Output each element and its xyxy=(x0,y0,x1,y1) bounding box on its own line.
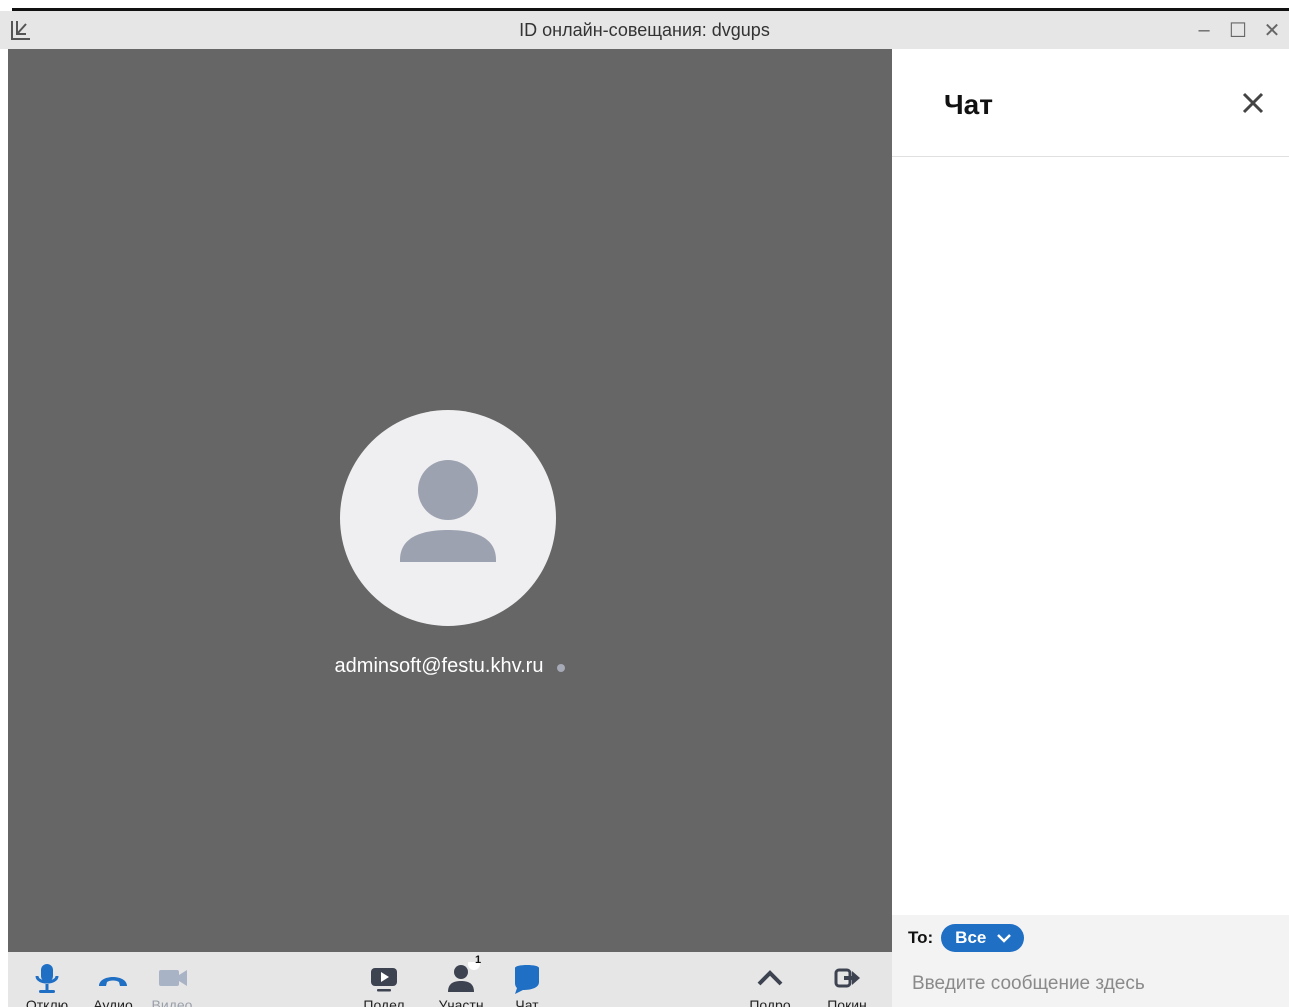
leave-icon xyxy=(834,968,860,988)
video-button[interactable]: Видео xyxy=(142,952,202,1007)
chat-header: Чат xyxy=(892,49,1289,157)
participants-count-badge: 1 xyxy=(474,954,482,966)
more-button[interactable]: Подро xyxy=(740,952,800,1007)
avatar xyxy=(340,410,556,626)
window-controls: – ☐ ✕ xyxy=(1187,11,1289,49)
mute-button[interactable]: Отклю xyxy=(17,952,77,1007)
to-label: To: xyxy=(908,928,934,947)
recipient-dropdown[interactable]: Все xyxy=(941,924,1025,952)
maximize-button[interactable]: ☐ xyxy=(1221,11,1255,49)
user-silhouette-icon xyxy=(400,460,496,562)
chat-button[interactable]: Чат xyxy=(497,952,557,1007)
chevron-down-icon xyxy=(997,934,1012,943)
chat-composer: To: Все xyxy=(892,915,1289,1007)
participant-name: adminsoft@festu.khv.ru xyxy=(334,655,544,677)
participants-icon xyxy=(448,962,480,992)
microphone-icon xyxy=(35,964,59,993)
chat-title: Чат xyxy=(944,89,993,120)
recipient-row: To: Все xyxy=(908,923,1025,953)
status-dot-icon xyxy=(557,663,566,672)
leave-label: Покин xyxy=(827,997,867,1007)
share-label: Подел xyxy=(363,997,405,1007)
share-screen-icon xyxy=(371,968,397,992)
leave-button[interactable]: Покин xyxy=(817,952,877,1007)
chat-label: Чат xyxy=(515,997,539,1007)
chat-messages-area[interactable] xyxy=(892,157,1289,915)
meeting-window: ID онлайн-совещания: dvgups – ☐ ✕ admins… xyxy=(0,0,1289,1007)
message-input[interactable] xyxy=(912,973,1272,995)
close-button[interactable]: ✕ xyxy=(1255,11,1289,49)
video-camera-icon xyxy=(159,970,187,986)
window-title: ID онлайн-совещания: dvgups xyxy=(519,19,770,40)
minimize-button[interactable]: – xyxy=(1187,11,1221,49)
participant-label: adminsoft@festu.khv.ru xyxy=(8,655,892,678)
recipient-value: Все xyxy=(955,928,987,947)
video-area: adminsoft@festu.khv.ru xyxy=(8,49,892,952)
chat-icon xyxy=(515,965,539,994)
participants-button[interactable]: 1 Участн xyxy=(431,952,491,1007)
meeting-toolbar: Отклю Аудио Видео Подел 1 Участн Чат Под… xyxy=(8,952,892,1007)
more-label: Подро xyxy=(749,997,791,1007)
phone-icon xyxy=(99,977,127,986)
top-edge xyxy=(0,0,1289,11)
close-chat-icon[interactable] xyxy=(1241,91,1265,115)
share-button[interactable]: Подел xyxy=(354,952,414,1007)
chevron-up-icon xyxy=(757,970,783,986)
chat-panel: Чат To: Все xyxy=(892,49,1289,1007)
video-label: Видео xyxy=(151,997,193,1007)
title-bar: ID онлайн-совещания: dvgups – ☐ ✕ xyxy=(0,11,1289,49)
restore-window-icon[interactable] xyxy=(10,19,32,41)
